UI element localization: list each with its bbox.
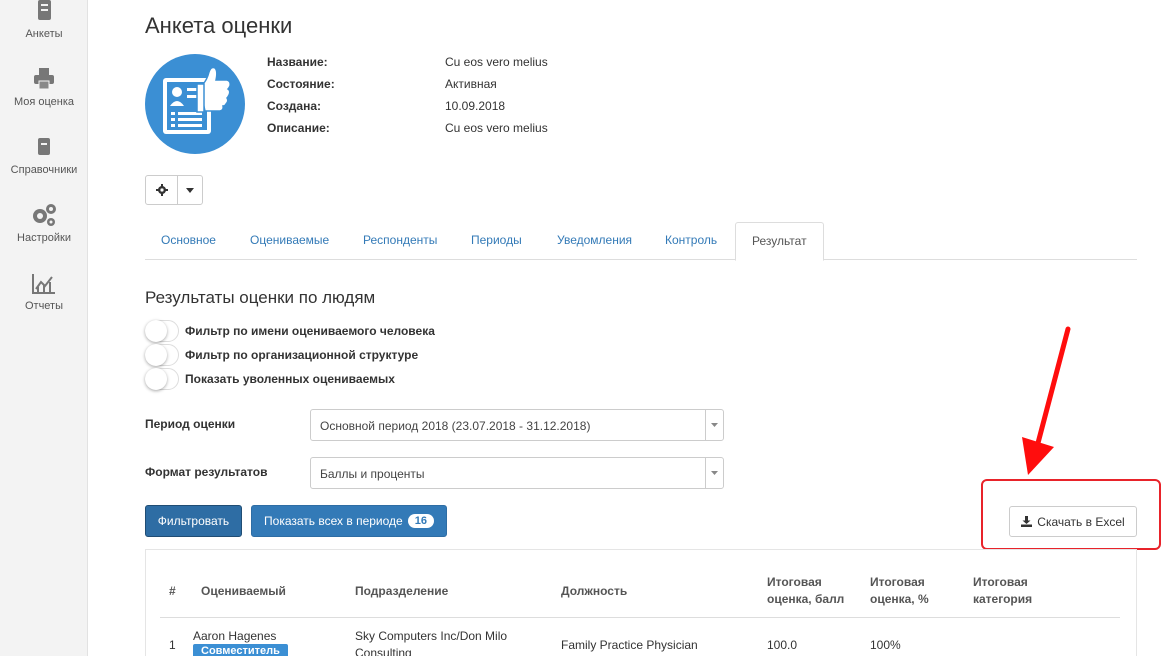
section-title: Результаты оценки по людям: [145, 288, 376, 307]
toggle-label: Фильтр по имени оцениваемого человека: [185, 324, 435, 338]
column-header-score-line2: оценка, балл: [767, 592, 845, 606]
filter-button[interactable]: Фильтровать: [145, 505, 242, 537]
format-select-value: Баллы и проценты: [320, 467, 425, 481]
row-position: Family Practice Physician: [561, 638, 698, 652]
format-select[interactable]: Баллы и проценты: [310, 457, 724, 489]
column-header-department: Подразделение: [355, 584, 449, 598]
filter-name-switch[interactable]: [145, 320, 179, 342]
info-value: Активная: [445, 77, 497, 91]
info-value: Cu eos vero melius: [445, 55, 548, 69]
printer-icon: [34, 68, 54, 90]
survey-card-icon: [163, 66, 231, 134]
sidebar-item-label: Отчеты: [24, 300, 64, 312]
tab-evaluated[interactable]: Оцениваемые: [234, 222, 345, 260]
sidebar-item-label: Моя оценка: [13, 96, 75, 108]
show-all-button-label: Показать всех в периоде: [264, 514, 403, 528]
info-value: Cu eos vero melius: [445, 121, 548, 135]
sidebar-item-label: Справочники: [10, 164, 78, 176]
chevron-down-icon: [705, 410, 723, 440]
format-label: Формат результатов: [145, 465, 268, 479]
row-score: 100.0: [767, 638, 798, 652]
info-value: 10.09.2018: [445, 99, 506, 113]
tab-main[interactable]: Основное: [145, 222, 232, 260]
sidebar-item-my-evaluation[interactable]: Моя оценка: [0, 68, 88, 108]
tab-control[interactable]: Контроль: [649, 222, 733, 260]
part-time-tag: Совместитель: [193, 644, 288, 656]
toggle-filter-by-name: Фильтр по имени оцениваемого человека: [145, 320, 435, 342]
show-all-button[interactable]: Показать всех в периоде 16: [251, 505, 447, 537]
column-header-percent-line1: Итоговая: [870, 575, 925, 589]
tab-notifications[interactable]: Уведомления: [541, 222, 648, 260]
toggle-show-dismissed: Показать уволенных оцениваемых: [145, 368, 395, 390]
count-badge: 16: [407, 514, 434, 528]
chart-icon: [32, 274, 55, 294]
page-title: Анкета оценки: [145, 13, 293, 38]
download-icon: [1021, 516, 1033, 527]
show-dismissed-switch[interactable]: [145, 368, 179, 390]
period-label: Период оценки: [145, 417, 236, 431]
book-icon: [38, 138, 50, 155]
survey-icon: [38, 0, 51, 20]
gear-icon: [155, 184, 168, 196]
tab-result[interactable]: Результат: [735, 222, 824, 261]
sidebar-item-references[interactable]: Справочники: [0, 136, 88, 176]
row-department-line2: Consulting: [355, 646, 412, 656]
column-header-category: Итоговая категория: [973, 574, 1032, 608]
dropdown-toggle-button[interactable]: [178, 176, 202, 204]
sidebar: Анкеты Моя оценка Справочники Настройки: [0, 0, 88, 656]
filter-button-label: Фильтровать: [157, 514, 230, 528]
gears-icon: [33, 204, 56, 226]
caret-down-icon: [186, 187, 194, 193]
tab-periods[interactable]: Периоды: [455, 222, 538, 260]
table-header-divider: [160, 617, 1120, 618]
period-select-value: Основной период 2018 (23.07.2018 - 31.12…: [320, 419, 591, 433]
column-header-num: #: [169, 584, 176, 598]
toggle-label: Фильтр по организационной структуре: [185, 348, 419, 362]
column-header-score: Итоговая оценка, балл: [767, 574, 844, 608]
row-percent: 100%: [870, 638, 901, 652]
column-header-score-line1: Итоговая: [767, 575, 822, 589]
row-person-link[interactable]: Aaron Hagenes: [193, 628, 276, 644]
row-num: 1: [169, 638, 176, 652]
annotation-arrow-icon: [1022, 326, 1071, 475]
column-header-category-line1: Итоговая: [973, 575, 1028, 589]
sidebar-item-label: Анкеты: [25, 28, 63, 40]
sidebar-item-surveys[interactable]: Анкеты: [0, 0, 88, 40]
info-label: Название:: [267, 55, 328, 69]
sidebar-item-label: Настройки: [17, 232, 71, 244]
tab-bar: Основное Оцениваемые Респонденты Периоды…: [145, 222, 1137, 261]
download-excel-button[interactable]: Скачать в Excel: [1009, 506, 1137, 537]
column-header-position: Должность: [561, 584, 628, 598]
settings-button[interactable]: [146, 176, 178, 204]
chevron-down-icon: [705, 458, 723, 488]
tab-respondents[interactable]: Респонденты: [347, 222, 453, 260]
period-select[interactable]: Основной период 2018 (23.07.2018 - 31.12…: [310, 409, 724, 441]
info-label: Состояние:: [267, 77, 335, 91]
filter-structure-switch[interactable]: [145, 344, 179, 366]
column-header-percent: Итоговая оценка, %: [870, 574, 929, 608]
toggle-filter-by-structure: Фильтр по организационной структуре: [145, 344, 418, 366]
column-header-percent-line2: оценка, %: [870, 592, 929, 606]
actions-dropdown: [145, 175, 203, 205]
download-excel-label: Скачать в Excel: [1037, 514, 1125, 529]
survey-avatar: [145, 54, 245, 154]
column-header-category-line2: категория: [973, 592, 1033, 606]
sidebar-item-settings[interactable]: Настройки: [0, 202, 88, 244]
toggle-label: Показать уволенных оцениваемых: [185, 372, 395, 386]
sidebar-item-reports[interactable]: Отчеты: [0, 272, 88, 312]
row-department-line1: Sky Computers Inc/Don Milo: [355, 629, 508, 643]
info-label: Описание:: [267, 121, 330, 135]
column-header-person: Оцениваемый: [201, 584, 286, 598]
info-label: Создана:: [267, 99, 322, 113]
